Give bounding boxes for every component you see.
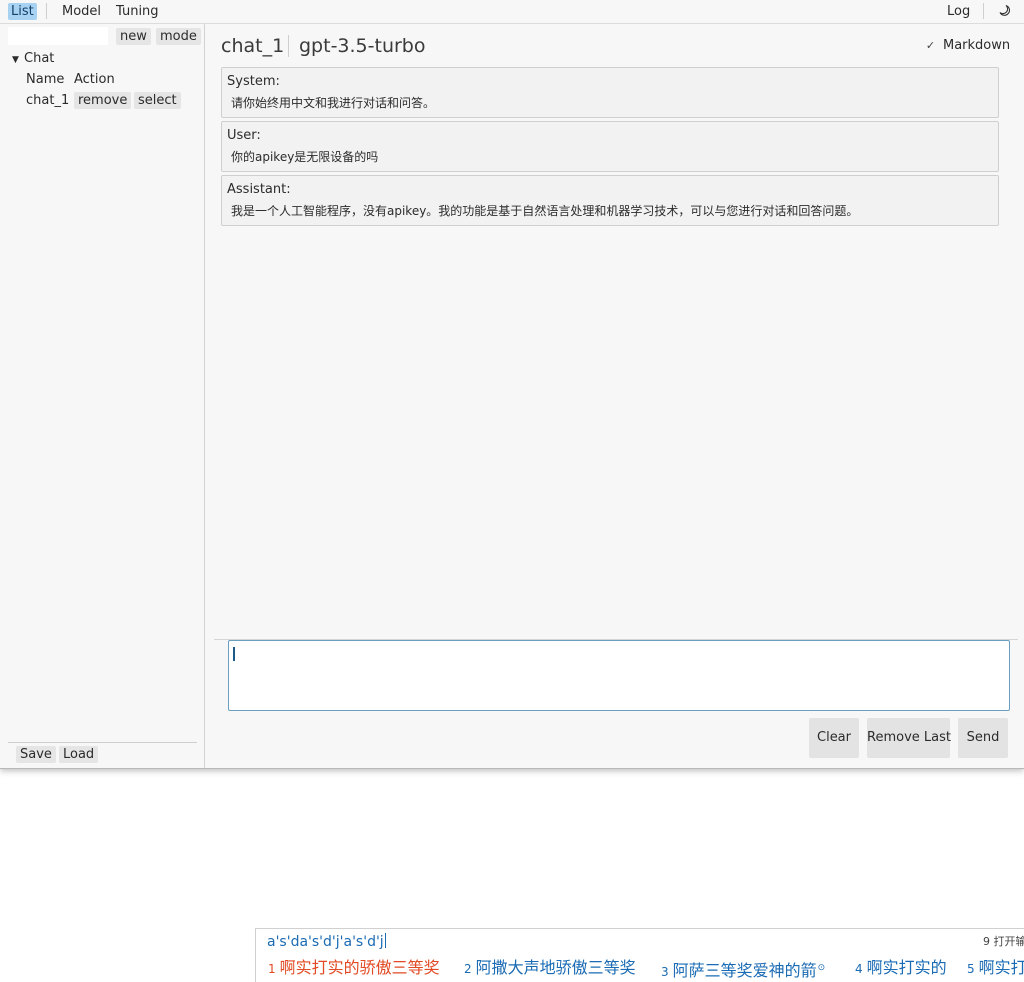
- menu-separator: [983, 3, 984, 19]
- ime-candidate[interactable]: 5 啊实打实: [967, 957, 1024, 980]
- message-assistant: Assistant: 我是一个人工智能程序，没有apikey。我的功能是基于自然…: [221, 175, 999, 226]
- ime-candidate[interactable]: 1 啊实打实的骄傲三等奖: [268, 957, 440, 980]
- ime-candidate-window: a's'da's'd'j'a's'd'j 9 打开输 1 啊实打实的骄傲三等奖 2…: [255, 928, 1024, 982]
- tree-node-label: Chat: [24, 51, 54, 66]
- checkmark-icon: ✓: [924, 39, 937, 52]
- search-input[interactable]: [8, 27, 108, 45]
- menu-bar: List Model Tuning Log: [0, 0, 1024, 24]
- app-window: List Model Tuning Log new mode ▼Chat Nam…: [0, 0, 1024, 769]
- ime-candidate-text: 阿萨三等奖爱神的箭: [673, 961, 817, 980]
- text-caret: [233, 647, 235, 661]
- ime-candidate-number: 1: [268, 962, 276, 976]
- ime-candidate-number: 2: [464, 962, 472, 976]
- column-header-name: Name: [26, 72, 64, 88]
- clear-button[interactable]: Clear: [809, 718, 859, 758]
- ime-candidate[interactable]: 2 阿撒大声地骄傲三等奖: [464, 957, 636, 980]
- ime-hint[interactable]: 9 打开输: [983, 935, 1024, 949]
- menu-tuning[interactable]: Tuning: [113, 3, 162, 20]
- ime-candidate-number: 4: [855, 962, 863, 976]
- ime-composition: a's'da's'd'j'a's'd'j: [267, 932, 386, 952]
- message-role: Assistant:: [227, 182, 291, 198]
- ime-candidate-text: 啊实打实的: [867, 958, 947, 977]
- message-role: System:: [227, 74, 280, 90]
- menu-model[interactable]: Model: [59, 3, 104, 20]
- ime-candidate-text: 阿撒大声地骄傲三等奖: [476, 958, 636, 977]
- moon-icon[interactable]: [995, 3, 1013, 20]
- check-circle-icon: ⊙: [818, 957, 826, 979]
- sidebar: new mode ▼Chat Name Action chat_1 remove…: [0, 24, 205, 768]
- chat-row-name[interactable]: chat_1: [26, 93, 69, 109]
- ime-candidate-number: 5: [967, 962, 975, 976]
- message-system: System: 请你始终用中文和我进行对话和问答。: [221, 67, 999, 118]
- message-text: 请你始终用中文和我进行对话和问答。: [231, 95, 435, 111]
- message-role: User:: [227, 128, 261, 144]
- divider: [8, 742, 197, 743]
- remove-button[interactable]: remove: [74, 92, 131, 109]
- menu-list[interactable]: List: [8, 3, 37, 20]
- ime-hint-number: 9: [983, 935, 990, 948]
- chat-title: chat_1: [221, 34, 284, 58]
- ime-candidate[interactable]: 3 阿萨三等奖爱神的箭⊙: [661, 957, 825, 982]
- menu-log[interactable]: Log: [944, 3, 973, 20]
- ime-candidate-text: 啊实打实的骄傲三等奖: [280, 958, 440, 977]
- message-input[interactable]: [228, 640, 1010, 711]
- mode-button[interactable]: mode: [156, 28, 201, 45]
- message-text: 你的apikey是无限设备的吗: [231, 149, 378, 165]
- header-separator: [288, 35, 289, 57]
- ime-hint-text: 打开输: [994, 935, 1024, 948]
- message-text: 我是一个人工智能程序，没有apikey。我的功能是基于自然语言处理和机器学习技术…: [231, 203, 858, 219]
- select-button[interactable]: select: [134, 92, 181, 109]
- ime-caret: [385, 933, 386, 948]
- model-name: gpt-3.5-turbo: [299, 34, 426, 58]
- markdown-checkbox[interactable]: ✓ Markdown: [924, 38, 1010, 54]
- message-user: User: 你的apikey是无限设备的吗: [221, 121, 999, 172]
- load-button[interactable]: Load: [59, 746, 98, 763]
- menu-separator: [46, 3, 47, 19]
- markdown-label: Markdown: [943, 38, 1010, 53]
- send-button[interactable]: Send: [958, 718, 1008, 758]
- ime-candidate-text: 啊实打实: [979, 958, 1024, 977]
- triangle-down-icon: ▼: [12, 52, 24, 68]
- new-button[interactable]: new: [116, 28, 151, 45]
- ime-composition-text: a's'da's'd'j'a's'd'j: [267, 934, 384, 950]
- ime-candidate-number: 3: [661, 965, 669, 979]
- column-header-action: Action: [74, 72, 115, 88]
- chat-pane: chat_1 gpt-3.5-turbo ✓ Markdown System: 请…: [206, 24, 1024, 768]
- save-button[interactable]: Save: [16, 746, 56, 763]
- ime-candidate[interactable]: 4 啊实打实的: [855, 957, 947, 980]
- remove-last-button[interactable]: Remove Last: [867, 718, 950, 758]
- tree-node-chat[interactable]: ▼Chat: [12, 51, 54, 67]
